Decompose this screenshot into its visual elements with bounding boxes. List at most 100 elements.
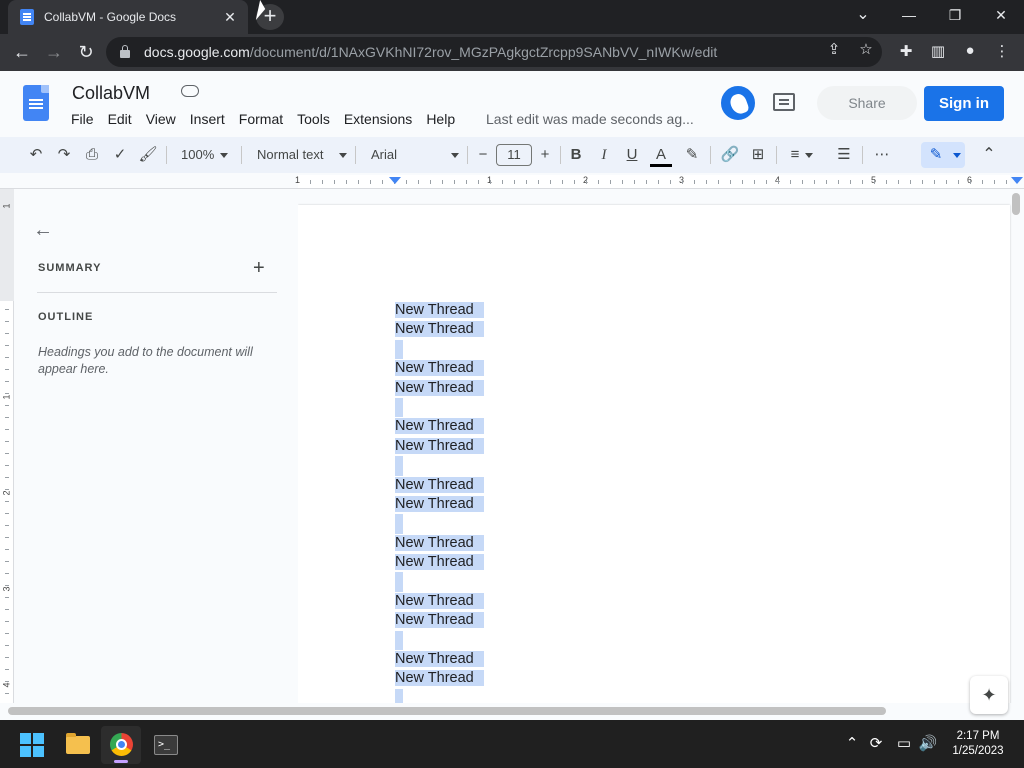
close-window-button[interactable]: ✕	[978, 0, 1024, 30]
font-select[interactable]: Arial	[371, 145, 460, 165]
hide-menus-button[interactable]: ⌃	[978, 145, 1000, 165]
docs-logo-icon[interactable]	[23, 85, 49, 121]
paint-format-icon[interactable]: 🖌	[138, 145, 158, 165]
selected-text: New Thread	[395, 592, 484, 609]
forward-button[interactable]: →	[41, 39, 67, 65]
font-size-input[interactable]: 11	[496, 144, 532, 166]
back-button[interactable]: ←	[9, 39, 35, 65]
explore-sparkle-icon[interactable]: ✦	[970, 676, 1008, 714]
increase-font-size-button[interactable]: +	[536, 145, 554, 165]
style-select[interactable]: Normal text	[257, 145, 348, 165]
browser-tab[interactable]: CollabVM - Google Docs ✕	[8, 0, 248, 34]
anonymous-user-avatar[interactable]	[721, 86, 755, 120]
left-indent-marker[interactable]	[389, 177, 401, 184]
document-canvas[interactable]: New Thread New Thread New Thread New Thread…	[298, 189, 1024, 703]
document-line[interactable]	[395, 688, 403, 703]
document-line[interactable]	[395, 339, 403, 360]
document-line[interactable]	[395, 514, 403, 534]
line-spacing-icon[interactable]: ☰	[834, 145, 854, 165]
document-line[interactable]: New Thread	[395, 437, 484, 456]
horizontal-scrollbar[interactable]	[8, 707, 886, 715]
comment-history-icon[interactable]	[773, 93, 795, 111]
menu-file[interactable]: File	[71, 111, 94, 127]
spellcheck-icon[interactable]: ✓	[110, 145, 130, 165]
file-explorer-taskbar-button[interactable]	[57, 726, 97, 764]
vertical-scrollbar[interactable]	[1012, 193, 1020, 215]
menu-tools[interactable]: Tools	[297, 111, 330, 127]
highlight-color-icon[interactable]: ✎	[682, 145, 702, 165]
document-line[interactable]: New Thread	[395, 553, 484, 572]
document-body[interactable]: New Thread New Thread New Thread New Thread…	[395, 301, 484, 703]
document-title[interactable]: CollabVM	[72, 83, 150, 104]
menu-format[interactable]: Format	[239, 111, 283, 127]
document-line[interactable]: New Thread	[395, 320, 484, 339]
undo-icon[interactable]: ↶	[26, 145, 46, 165]
system-clock[interactable]: 2:17 PM 1/25/2023	[944, 729, 1012, 759]
document-line[interactable]: New Thread	[395, 611, 484, 630]
close-outline-arrow-icon[interactable]: ←	[33, 219, 53, 242]
document-line[interactable]	[395, 572, 403, 592]
document-line[interactable]	[395, 456, 403, 476]
share-page-icon[interactable]: ⇪	[825, 40, 843, 58]
document-line[interactable]: New Thread	[395, 476, 484, 495]
document-line[interactable]: New Thread	[395, 534, 484, 553]
show-hidden-icons-chevron-icon[interactable]: ⌃	[841, 734, 863, 752]
lock-icon[interactable]	[120, 45, 130, 58]
document-line[interactable]	[395, 397, 403, 418]
menu-extensions[interactable]: Extensions	[344, 111, 412, 127]
extensions-puzzle-icon[interactable]: ✚	[896, 42, 916, 60]
print-icon[interactable]: ⎙	[82, 145, 102, 165]
network-icon[interactable]: ▭	[893, 734, 915, 752]
document-page[interactable]: New Thread New Thread New Thread New Thread…	[298, 205, 1010, 703]
horizontal-ruler[interactable]: 1 1 2 3 4 5 6	[0, 173, 1024, 189]
document-line[interactable]: New Thread	[395, 669, 484, 688]
document-line[interactable]: New Thread	[395, 495, 484, 514]
text-color-button[interactable]: A	[650, 145, 672, 167]
browser-menu-icon[interactable]: ⋮	[992, 42, 1012, 60]
minimize-button[interactable]: —	[886, 0, 932, 30]
terminal-taskbar-button[interactable]: >_	[145, 726, 185, 764]
document-line[interactable]: New Thread	[395, 359, 484, 378]
add-comment-icon[interactable]: ⊞	[748, 145, 768, 165]
bold-button[interactable]: B	[567, 145, 585, 165]
restore-button[interactable]: ❐	[932, 0, 978, 30]
redo-icon[interactable]: ↷	[54, 145, 74, 165]
sign-in-button[interactable]: Sign in	[924, 86, 1004, 121]
clock-date: 1/25/2023	[952, 745, 1004, 757]
chrome-taskbar-button[interactable]	[101, 726, 141, 764]
cloud-status-icon[interactable]	[181, 85, 199, 97]
profile-icon[interactable]: ●	[960, 42, 980, 59]
windows-start-icon[interactable]	[20, 733, 44, 757]
document-line[interactable]: New Thread	[395, 592, 484, 611]
document-line[interactable]: New Thread	[395, 417, 484, 436]
decrease-font-size-button[interactable]: −	[474, 145, 492, 165]
tab-close-icon[interactable]: ✕	[222, 9, 238, 26]
menu-edit[interactable]: Edit	[108, 111, 132, 127]
sync-icon[interactable]: ⟳	[865, 734, 887, 752]
underline-button[interactable]: U	[623, 145, 641, 165]
zoom-select[interactable]: 100%	[181, 145, 229, 165]
vertical-ruler[interactable]: 1 1 2 3 4	[0, 189, 14, 703]
document-line[interactable]: New Thread	[395, 301, 484, 320]
document-line[interactable]: New Thread	[395, 379, 484, 398]
right-indent-marker[interactable]	[1011, 177, 1023, 184]
volume-icon[interactable]: 🔊	[917, 734, 939, 752]
document-line[interactable]: New Thread	[395, 650, 484, 669]
tab-search-icon[interactable]: ⌄	[840, 0, 886, 30]
menu-insert[interactable]: Insert	[190, 111, 225, 127]
menu-view[interactable]: View	[146, 111, 176, 127]
share-button[interactable]: Share	[817, 86, 917, 120]
insert-link-icon[interactable]: 🔗	[720, 145, 740, 165]
address-bar[interactable]: docs.google.com/document/d/1NAxGVKhNI72r…	[106, 37, 882, 67]
align-icon[interactable]: ≡	[787, 145, 817, 165]
side-panel-icon[interactable]: ▥	[928, 42, 948, 60]
document-line[interactable]	[395, 630, 403, 651]
editing-mode-button[interactable]: ✎	[921, 142, 965, 168]
reload-button[interactable]: ↻	[73, 39, 99, 65]
more-options-button[interactable]: ⋯	[872, 145, 892, 165]
italic-button[interactable]: I	[595, 145, 613, 165]
bookmark-star-icon[interactable]: ☆	[857, 40, 875, 58]
add-summary-button[interactable]: +	[253, 257, 265, 280]
last-edit-status[interactable]: Last edit was made seconds ag...	[486, 111, 694, 127]
menu-help[interactable]: Help	[426, 111, 455, 127]
